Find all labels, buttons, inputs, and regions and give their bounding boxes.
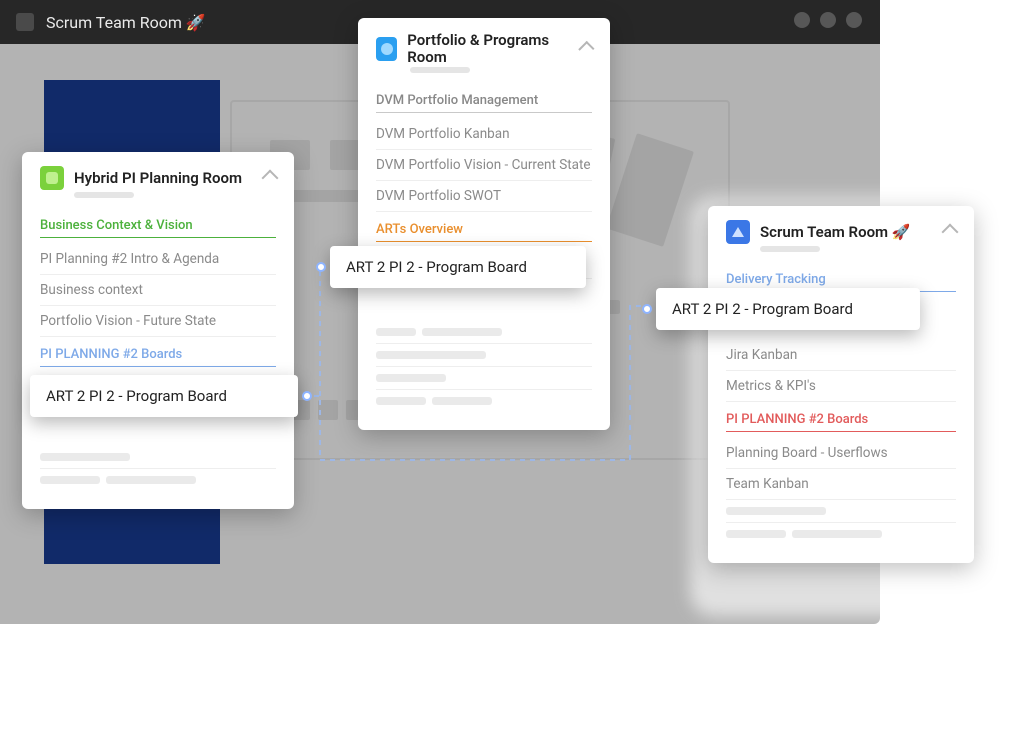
list-item[interactable]: Jira Kanban — [726, 340, 956, 371]
list-item[interactable]: Business context — [40, 275, 276, 306]
connector-pin-icon — [302, 391, 312, 401]
item-skeleton — [376, 344, 592, 367]
subtitle-skeleton — [760, 246, 820, 252]
subtitle-skeleton — [410, 67, 470, 73]
item-skeleton — [376, 367, 592, 390]
chevron-up-icon[interactable] — [942, 224, 959, 241]
list-item[interactable]: DVM Portfolio Vision - Current State — [376, 150, 592, 181]
item-skeleton — [40, 446, 276, 469]
window-close-icon[interactable] — [846, 12, 862, 28]
highlighted-item-hybrid[interactable]: ART 2 PI 2 - Program Board — [30, 375, 298, 417]
card-portfolio: Portfolio & Programs Room DVM Portfolio … — [358, 18, 610, 430]
item-skeleton — [40, 469, 276, 491]
subtitle-skeleton — [74, 192, 134, 198]
window-max-icon[interactable] — [820, 12, 836, 28]
connector-pin-icon — [642, 304, 652, 314]
room-icon — [726, 220, 750, 244]
list-item[interactable]: DVM Portfolio SWOT — [376, 181, 592, 212]
highlighted-item-portfolio[interactable]: ART 2 PI 2 - Program Board — [330, 246, 586, 288]
connector-pin-icon — [316, 262, 326, 272]
list-item[interactable]: DVM Portfolio Kanban — [376, 119, 592, 150]
section-header: Business Context & Vision — [40, 208, 276, 238]
list-item[interactable]: PI Planning #2 Intro & Agenda — [40, 244, 276, 275]
section-header: ARTs Overview — [376, 212, 592, 242]
chevron-up-icon[interactable] — [579, 40, 595, 56]
card-title: Hybrid PI Planning Room — [74, 170, 242, 187]
window-min-icon[interactable] — [794, 12, 810, 28]
highlighted-item-label: ART 2 PI 2 - Program Board — [346, 258, 527, 276]
card-scrum: Scrum Team Room 🚀 Delivery Tracking Jira… — [708, 206, 974, 563]
list-item[interactable]: Portfolio Vision - Future State — [40, 306, 276, 337]
section-header: DVM Portfolio Management — [376, 83, 592, 113]
chevron-up-icon[interactable] — [262, 170, 279, 187]
app-menu-icon[interactable] — [16, 13, 34, 31]
card-title: Scrum Team Room 🚀 — [760, 224, 911, 241]
item-skeleton — [376, 321, 592, 344]
highlighted-item-label: ART 2 PI 2 - Program Board — [672, 300, 853, 318]
list-item[interactable]: Metrics & KPI's — [726, 371, 956, 402]
list-item[interactable]: Team Kanban — [726, 469, 956, 500]
app-title: Scrum Team Room 🚀 — [46, 13, 206, 32]
card-title: Portfolio & Programs Room — [407, 32, 571, 65]
highlighted-item-label: ART 2 PI 2 - Program Board — [46, 387, 227, 405]
item-skeleton — [726, 523, 956, 545]
item-skeleton — [726, 500, 956, 523]
highlighted-item-scrum[interactable]: ART 2 PI 2 - Program Board — [656, 288, 920, 330]
room-icon — [40, 166, 64, 190]
section-header: PI PLANNING #2 Boards — [40, 337, 276, 367]
card-hybrid: Hybrid PI Planning Room Business Context… — [22, 152, 294, 509]
section-header: PI PLANNING #2 Boards — [726, 402, 956, 432]
room-icon — [376, 37, 397, 61]
list-item[interactable]: Planning Board - Userflows — [726, 438, 956, 469]
item-skeleton — [376, 390, 592, 412]
